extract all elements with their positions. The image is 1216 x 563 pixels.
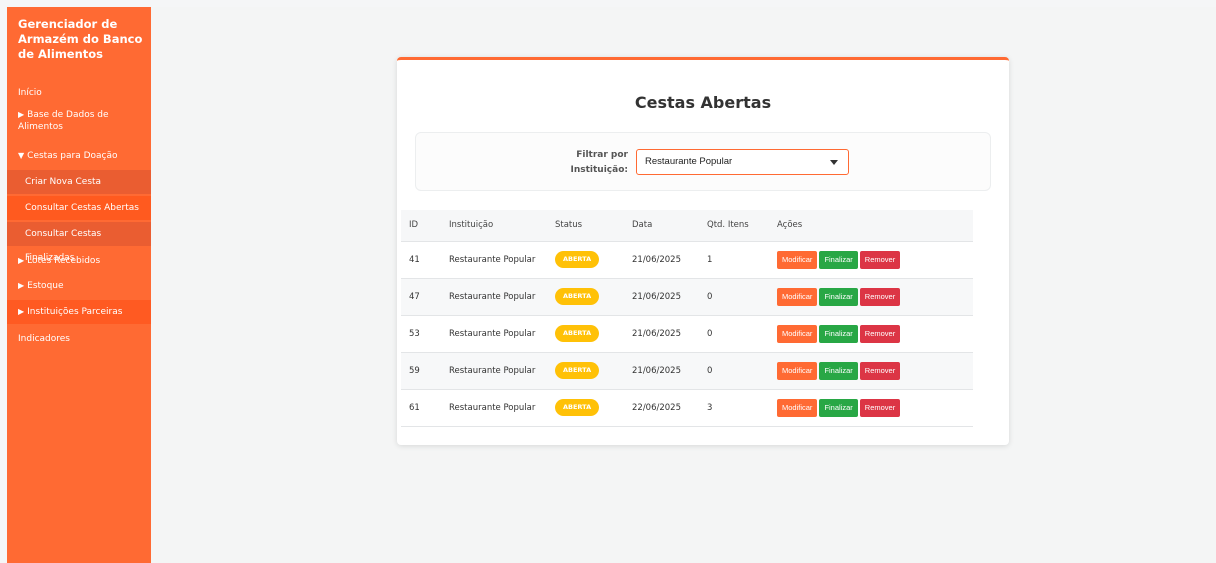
filter-label: Filtrar por Instituição:	[570, 150, 629, 175]
cell-acoes: Modificar Finalizar Remover	[769, 241, 973, 278]
table-header-row: ID Instituição Status Data Qtd. Itens Aç…	[401, 210, 973, 241]
modify-button[interactable]: Modificar	[777, 398, 818, 417]
remove-button[interactable]: Remover	[859, 324, 901, 343]
finish-button[interactable]: Finalizar	[819, 324, 858, 343]
cell-status: ABERTA	[547, 278, 624, 315]
cell-data: 21/06/2025	[632, 254, 681, 265]
sidebar-item-cestas-doacao[interactable]: ▼ Cestas para Doação	[7, 150, 151, 162]
modify-button[interactable]: Modificar	[777, 287, 818, 306]
cell-instituicao: Restaurante Popular	[449, 402, 536, 413]
cell-instituicao: Restaurante Popular	[449, 291, 536, 302]
sidebar-item-consultar-finalizadas[interactable]: Consultar Cestas Finalizadas	[7, 222, 151, 263]
cell-instituicao: Restaurante Popular	[449, 254, 536, 265]
chevron-down-icon: ▼	[18, 151, 25, 160]
table-row: 61 Restaurante Popular ABERTA 22/06/2025…	[401, 389, 973, 426]
modify-button[interactable]: Modificar	[777, 324, 818, 343]
cell-data: 21/06/2025	[632, 328, 681, 339]
chevron-down-icon	[830, 160, 838, 165]
cell-id: 53	[409, 328, 420, 339]
status-badge: ABERTA	[555, 399, 600, 416]
column-header-acoes: Ações	[777, 220, 803, 231]
cell-instituicao: Restaurante Popular	[449, 365, 536, 376]
sidebar-item-label: Início	[18, 88, 42, 98]
sidebar-item-base-de-dados[interactable]: ▶ Base de Dados de Alimentos	[7, 109, 151, 133]
baskets-table: ID Instituição Status Data Qtd. Itens Aç…	[401, 210, 973, 427]
finish-button[interactable]: Finalizar	[819, 287, 858, 306]
sidebar-item-label: Estoque	[27, 281, 64, 291]
table-row: 53 Restaurante Popular ABERTA 21/06/2025…	[401, 315, 973, 352]
remove-button[interactable]: Remover	[859, 361, 901, 380]
finish-button[interactable]: Finalizar	[819, 398, 858, 417]
cell-acoes: Modificar Finalizar Remover	[769, 389, 973, 426]
modify-button[interactable]: Modificar	[777, 361, 818, 380]
chevron-right-icon: ▶	[18, 307, 25, 316]
sidebar-item-label: Criar Nova Cesta	[25, 177, 102, 187]
column-header-instituicao: Instituição	[449, 220, 494, 231]
institution-select[interactable]: Restaurante Popular	[636, 149, 849, 175]
sidebar-item-lotes-recebidos[interactable]: ▶ Lotes Recebidos	[7, 255, 151, 267]
filter-panel: Filtrar por Instituição: Restaurante Pop…	[415, 132, 991, 191]
cell-status: ABERTA	[547, 241, 624, 278]
sidebar-item-indicadores[interactable]: Indicadores	[7, 333, 151, 345]
cell-qtd: 1	[707, 254, 713, 265]
modify-button[interactable]: Modificar	[777, 250, 818, 269]
cell-acoes: Modificar Finalizar Remover	[769, 352, 973, 389]
column-header-data: Data	[632, 220, 653, 231]
cell-status: ABERTA	[547, 389, 624, 426]
remove-button[interactable]: Remover	[859, 250, 901, 269]
status-badge: ABERTA	[555, 251, 600, 268]
cell-qtd: 3	[707, 402, 713, 413]
cell-qtd: 0	[707, 291, 713, 302]
cell-data: 22/06/2025	[632, 402, 681, 413]
sidebar-item-estoque[interactable]: ▶ Estoque	[7, 280, 151, 292]
cell-acoes: Modificar Finalizar Remover	[769, 278, 973, 315]
remove-button[interactable]: Remover	[859, 287, 901, 306]
cell-id: 59	[409, 365, 420, 376]
sidebar: Gerenciador de Armazém do Banco de Alime…	[7, 7, 151, 563]
cell-data: 21/06/2025	[632, 365, 681, 376]
status-badge: ABERTA	[555, 325, 600, 342]
sidebar-item-label: Instituições Parceiras	[27, 307, 123, 317]
sidebar-item-label: Base de Dados de Alimentos	[18, 110, 109, 132]
sidebar-item-label: Consultar Cestas Abertas	[25, 203, 139, 213]
sidebar-item-criar-nova-cesta[interactable]: Criar Nova Cesta	[7, 170, 151, 194]
main-card: Cestas Abertas Filtrar por Instituição: …	[397, 57, 1009, 445]
table-row: 59 Restaurante Popular ABERTA 21/06/2025…	[401, 352, 973, 389]
cell-data: 21/06/2025	[632, 291, 681, 302]
cell-acoes: Modificar Finalizar Remover	[769, 315, 973, 352]
sidebar-item-instituicoes[interactable]: ▶ Instituições Parceiras	[7, 300, 151, 324]
table-row: 41 Restaurante Popular ABERTA 21/06/2025…	[401, 241, 973, 278]
page-title: Cestas Abertas	[634, 93, 772, 112]
column-header-status: Status	[555, 220, 583, 231]
status-badge: ABERTA	[555, 362, 600, 379]
sidebar-item-inicio[interactable]: Início	[7, 87, 151, 99]
remove-button[interactable]: Remover	[859, 398, 901, 417]
cell-qtd: 0	[707, 328, 713, 339]
sidebar-item-label: Cestas para Doação	[27, 151, 118, 161]
sidebar-item-consultar-abertas[interactable]: Consultar Cestas Abertas	[7, 196, 151, 220]
column-header-id: ID	[409, 220, 419, 231]
cell-id: 47	[409, 291, 420, 302]
chevron-right-icon: ▶	[18, 110, 25, 119]
cell-qtd: 0	[707, 365, 713, 376]
app-title: Gerenciador de Armazém do Banco de Alime…	[18, 17, 143, 61]
cell-status: ABERTA	[547, 352, 624, 389]
cell-instituicao: Restaurante Popular	[449, 328, 536, 339]
chevron-right-icon: ▶	[18, 256, 25, 265]
institution-select-value: Restaurante Popular	[645, 156, 733, 167]
column-header-qtd: Qtd. Itens	[707, 220, 749, 231]
chevron-right-icon: ▶	[18, 281, 25, 290]
cell-status: ABERTA	[547, 315, 624, 352]
status-badge: ABERTA	[555, 288, 600, 305]
cell-id: 41	[409, 254, 420, 265]
sidebar-item-label: Indicadores	[18, 334, 70, 344]
finish-button[interactable]: Finalizar	[819, 250, 858, 269]
sidebar-item-label: Lotes Recebidos	[27, 256, 101, 266]
table-row: 47 Restaurante Popular ABERTA 21/06/2025…	[401, 278, 973, 315]
cell-id: 61	[409, 402, 420, 413]
finish-button[interactable]: Finalizar	[819, 361, 858, 380]
